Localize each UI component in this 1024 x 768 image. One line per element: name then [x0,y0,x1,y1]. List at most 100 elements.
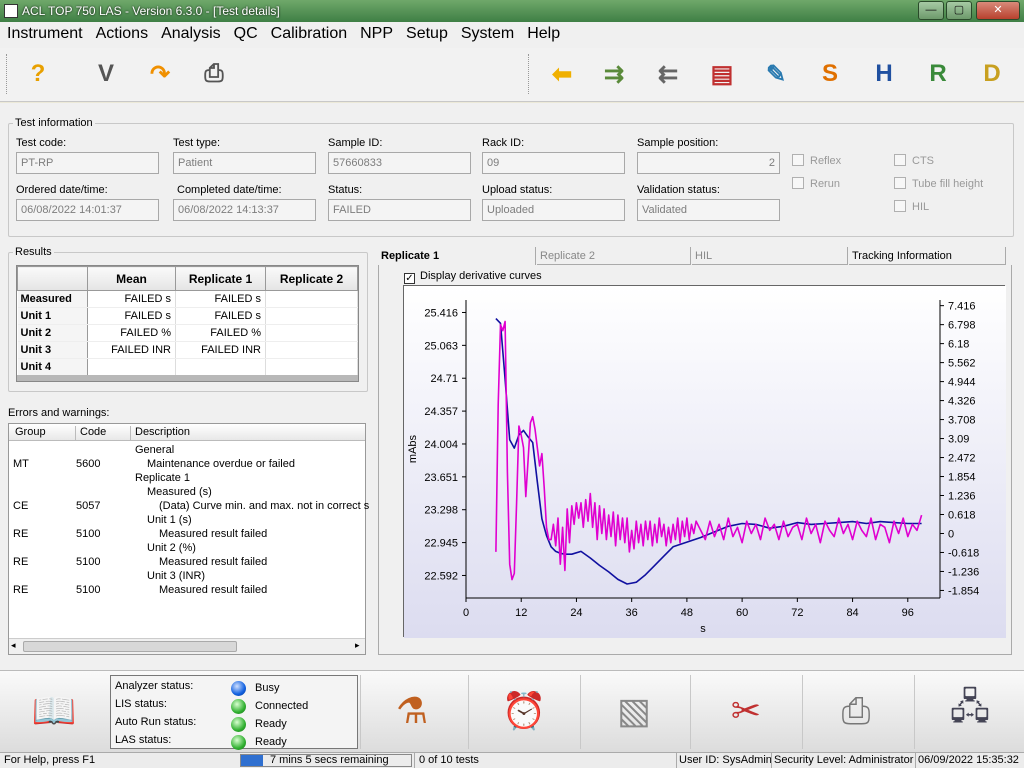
menu-analysis[interactable]: Analysis [154,22,227,48]
error-row[interactable]: MT 5600 Maintenance overdue or failed [9,458,365,472]
rack-back-icon[interactable]: ⇇ [650,56,686,92]
lis-status: LIS status: Connected [115,698,308,716]
hil-box [894,200,906,212]
error-row[interactable]: CE 5057 (Data) Curve min. and max. not in … [9,500,369,514]
manual-book-icon[interactable]: 📖 [22,679,86,743]
completed-label: Completed date/time: [177,184,282,196]
analyzer-status: Analyzer status: Busy [115,680,279,698]
derivative-checkbox[interactable]: ✓ Display derivative curves [404,270,542,284]
menu-calibration[interactable]: Calibration [264,22,353,48]
printer-device-icon[interactable]: ⎙ [824,679,888,743]
error-row[interactable]: Replicate 1 [9,472,365,486]
menu-instrument[interactable]: Instrument [0,22,89,48]
security-level: Security Level: Administrator [774,754,914,766]
tab-replicate-1[interactable]: Replicate 1 [378,247,536,265]
col-code[interactable]: Code [75,426,106,441]
scroll-thumb[interactable] [23,641,237,652]
r-icon[interactable]: R [920,56,956,92]
las-status-icon [231,735,246,750]
error-row[interactable]: Unit 3 (INR) [9,570,365,584]
results-row[interactable]: Unit 2 FAILED % FAILED % [17,324,358,342]
status-label: Status: [328,184,363,196]
tab-hil[interactable]: HIL [692,247,848,265]
error-row[interactable]: RE 5100 Measured result failed [9,584,365,598]
row-header: Measured [17,290,88,308]
completed-field: 06/08/2022 14:13:37 [173,199,316,221]
scroll-left-icon[interactable]: ◂ [11,640,16,651]
error-group: MT [13,458,29,470]
tools-icon[interactable]: ✂ [714,679,778,743]
errors-list[interactable]: Group Code Description General MT 5600 Main… [8,423,369,655]
y2-tick-label: 7.416 [948,301,976,313]
d-icon[interactable]: D [974,56,1010,92]
printer-glyph: ⎙ [204,60,224,87]
results-grid[interactable]: Mean Replicate 1 Replicate 2 Measured FAI… [16,265,359,382]
back-arrow-icon[interactable]: ⬅ [544,56,580,92]
y2-tick-label: -1.236 [948,566,979,578]
col-group[interactable]: Group [15,426,46,438]
errors-hscroll[interactable]: ◂ ▸ [9,638,365,654]
r-glyph: R [929,60,947,87]
error-code: 5100 [76,556,101,568]
menu-system[interactable]: System [454,22,520,48]
menu-help[interactable]: Help [520,22,566,48]
results-col-rep2: Replicate 2 [265,266,358,291]
maintenance-alarm-icon[interactable]: ⏰ [492,679,556,743]
error-row[interactable]: RE 5100 Measured result failed [9,556,365,570]
error-row[interactable]: General [9,444,365,458]
results-row[interactable]: Unit 4 [17,358,358,376]
x-tick-label: 72 [791,607,803,619]
error-row[interactable]: Unit 2 (%) [9,542,365,556]
results-hscroll[interactable] [17,375,358,381]
col-description[interactable]: Description [130,426,190,441]
results-row[interactable]: Unit 1 FAILED s FAILED s [17,307,358,325]
network-icon[interactable]: 🖧 [938,679,1002,743]
s-glyph: S [821,60,838,87]
cell [265,290,358,308]
status-box: Analyzer status: Busy LIS status: Connecte… [110,675,358,750]
maximize-button[interactable]: ▢ [946,1,972,20]
errors-title: Errors and warnings: [8,407,110,419]
s-icon[interactable]: S [812,56,848,92]
help-icon[interactable]: ? [20,56,56,92]
y2-tick-label: 0 [948,528,954,540]
scroll-right-icon[interactable]: ▸ [355,640,360,651]
error-description: Measured result failed [159,528,268,540]
report-icon[interactable]: ▤ [704,56,740,92]
edit-report-icon[interactable]: ✎ [758,56,794,92]
menu-npp[interactable]: NPP [353,22,399,48]
toolbar-grip [6,54,8,94]
menu-actions[interactable]: Actions [89,22,154,48]
h-icon[interactable]: H [866,56,902,92]
reflex-label: Reflex [810,155,842,167]
error-group: RE [13,556,29,568]
report-graph-icon[interactable]: ▧ [602,679,666,743]
h-glyph: H [875,60,893,87]
error-row[interactable]: Unit 1 (s) [9,514,365,528]
validate-icon[interactable]: V [88,56,124,92]
reagents-icon[interactable]: ⚗ [380,679,444,743]
close-button[interactable]: ✕ [976,1,1020,20]
results-row[interactable]: Measured FAILED s FAILED s [17,290,358,308]
error-row[interactable]: RE 5100 Measured result failed [9,528,365,542]
results-row[interactable]: Unit 3 FAILED INR FAILED INR [17,341,358,359]
error-description: Unit 1 (s) [147,514,192,526]
printer-icon[interactable]: ⎙ [196,56,232,92]
bottom-divider [690,675,691,749]
redo-arrow-icon[interactable]: ↷ [142,56,178,92]
tab-tracking-information[interactable]: Tracking Information [849,247,1006,265]
curve-chart: 25.416 25.063 24.71 24.357 24.004 23.651 23.29… [403,285,1006,638]
y-tick-label: 25.063 [424,340,458,352]
rack-forward-icon[interactable]: ⇉ [596,56,632,92]
cell [265,358,358,376]
status-separator [915,753,916,768]
rack-id-label: Rack ID: [482,137,525,149]
error-row[interactable]: Measured (s) [9,486,365,500]
tab-replicate-2[interactable]: Replicate 2 [537,247,691,265]
toolbar: ? V ↷ ⎙ ⬅ ⇉ ⇇ ▤ ✎ S H R D [0,48,1024,102]
ordered-field: 06/08/2022 14:01:37 [16,199,159,221]
y-tick-label: 22.592 [424,570,458,582]
menu-setup[interactable]: Setup [399,22,454,48]
minimize-button[interactable]: — [918,1,944,20]
menu-qc[interactable]: QC [227,22,264,48]
